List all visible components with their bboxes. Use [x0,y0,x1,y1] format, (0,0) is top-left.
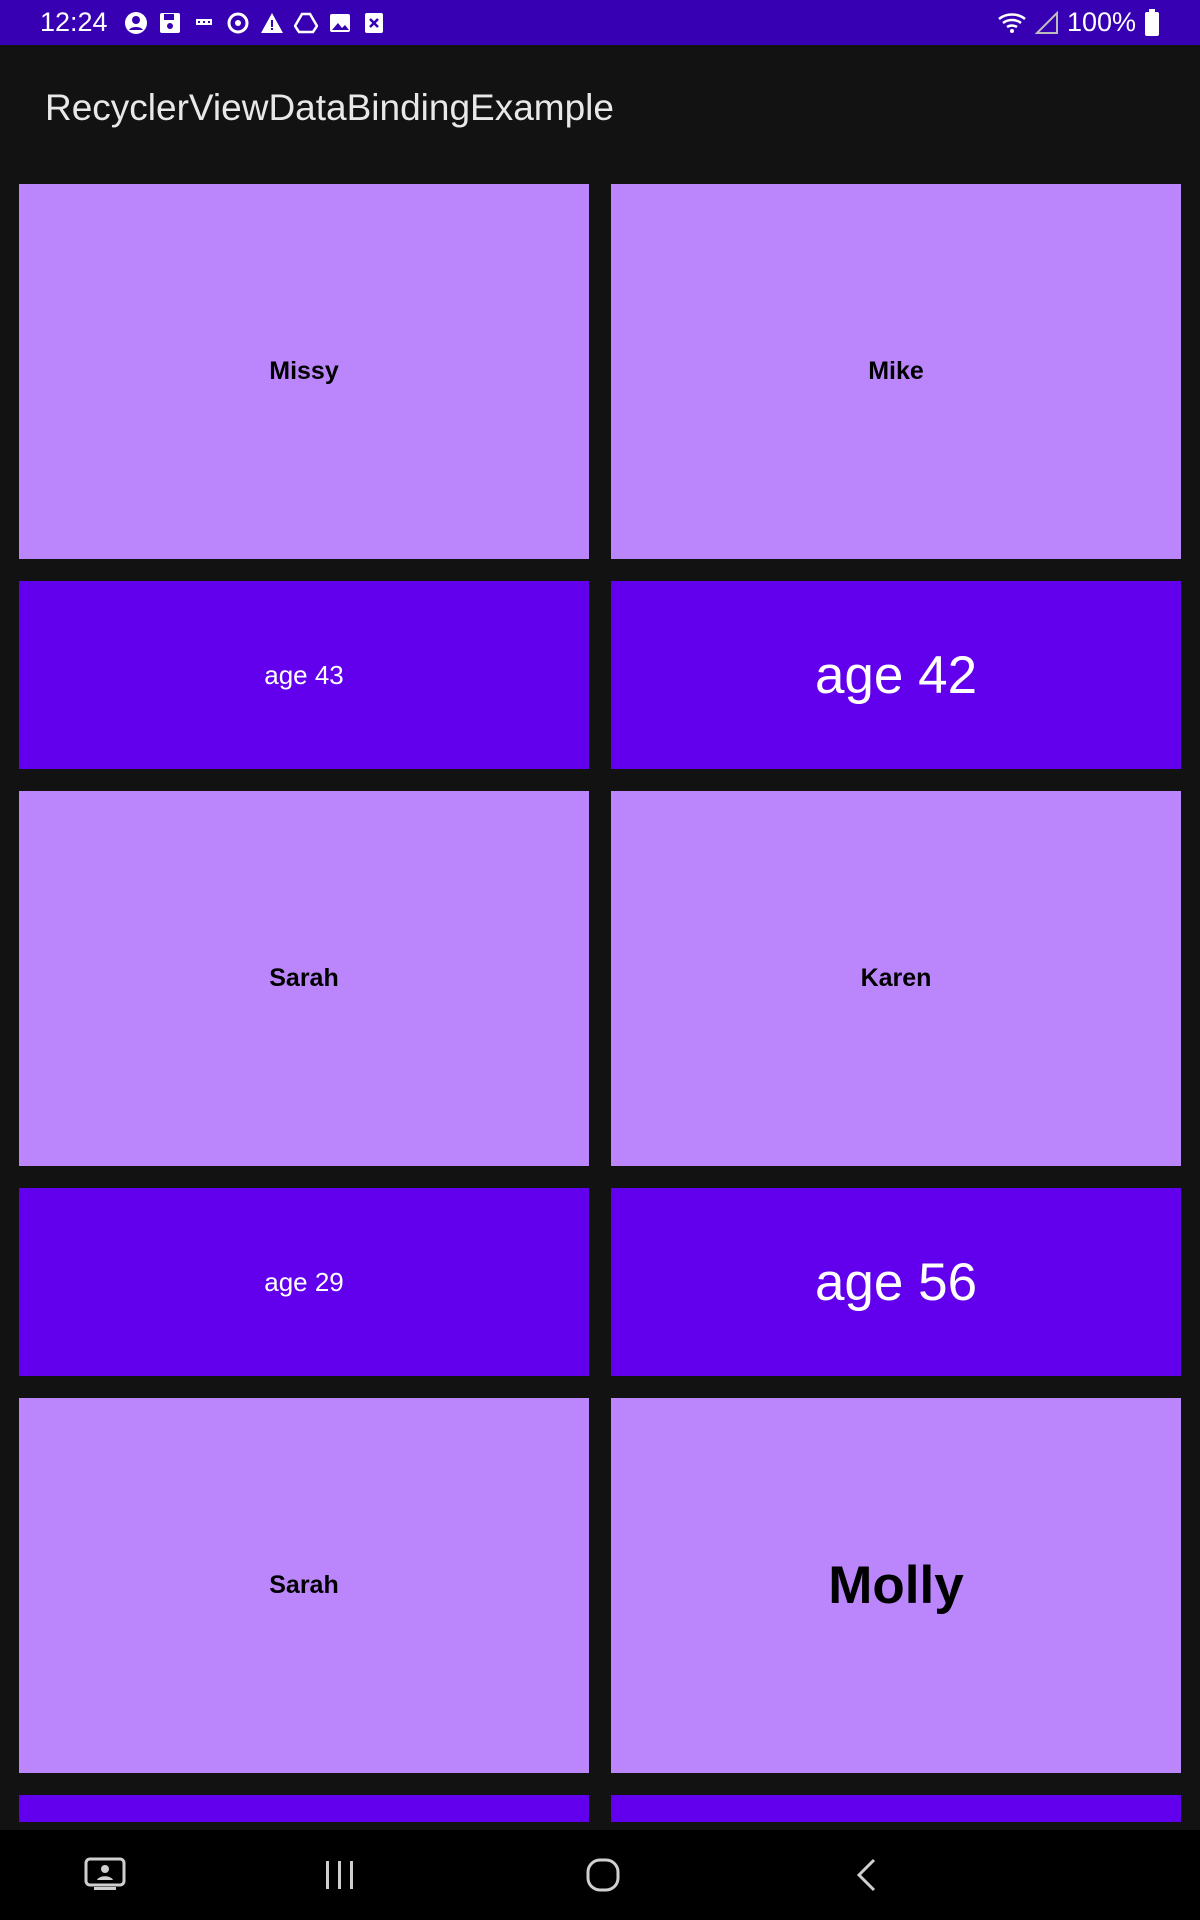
item-name-label: Molly [828,1556,964,1615]
recents-icon[interactable] [280,1830,400,1920]
list-item[interactable]: age 43 [19,581,589,769]
save-icon [158,11,182,35]
close-box-icon [362,11,386,35]
sync-icon [226,11,250,35]
account-circle-icon [124,11,148,35]
status-left: 12:24 [40,7,386,38]
item-age-label: age 56 [814,1252,978,1312]
list-item[interactable]: Molly [611,1398,1181,1773]
back-icon[interactable] [806,1830,926,1920]
list-item[interactable]: Mike [611,184,1181,559]
list-item[interactable]: age 56 [611,1188,1181,1376]
list-item[interactable]: Sarah [19,791,589,1166]
item-name-label: Sarah [269,964,339,992]
warning-icon [260,11,284,35]
list-item[interactable]: Missy [19,184,589,559]
item-name-label: Sarah [269,1571,339,1599]
list-item[interactable] [19,1795,589,1822]
home-icon[interactable] [543,1830,663,1920]
list-item[interactable] [611,1795,1181,1822]
item-name-label: Missy [269,357,339,385]
list-item[interactable]: Karen [611,791,1181,1166]
item-age-label: age 42 [814,645,978,705]
item-age-label: age 43 [264,659,344,690]
item-name-label: Karen [860,964,932,992]
drive-icon [293,11,318,35]
navigation-bar [0,1830,1200,1920]
app-bar: RecyclerViewDataBindingExample [0,45,1200,170]
status-right: 100% [997,7,1160,38]
screen: 12:24 100% RecyclerViewDataBindingExampl… [0,0,1200,1920]
battery-icon [1144,8,1160,36]
list-item[interactable]: age 42 [611,581,1181,769]
wifi-icon [997,11,1027,35]
recent-screen-icon[interactable] [45,1830,165,1920]
status-bar: 12:24 100% [0,0,1200,45]
image-icon [328,11,352,35]
item-age-label: age 29 [264,1266,344,1297]
list-item[interactable]: Sarah [19,1398,589,1773]
debug-icon [192,11,216,35]
battery-percent: 100% [1066,7,1136,37]
status-time: 12:24 [40,7,108,37]
list-item[interactable]: age 29 [19,1188,589,1376]
item-name-label: Mike [868,357,924,385]
signal-icon [1034,10,1059,35]
app-title: RecyclerViewDataBindingExample [45,86,614,128]
